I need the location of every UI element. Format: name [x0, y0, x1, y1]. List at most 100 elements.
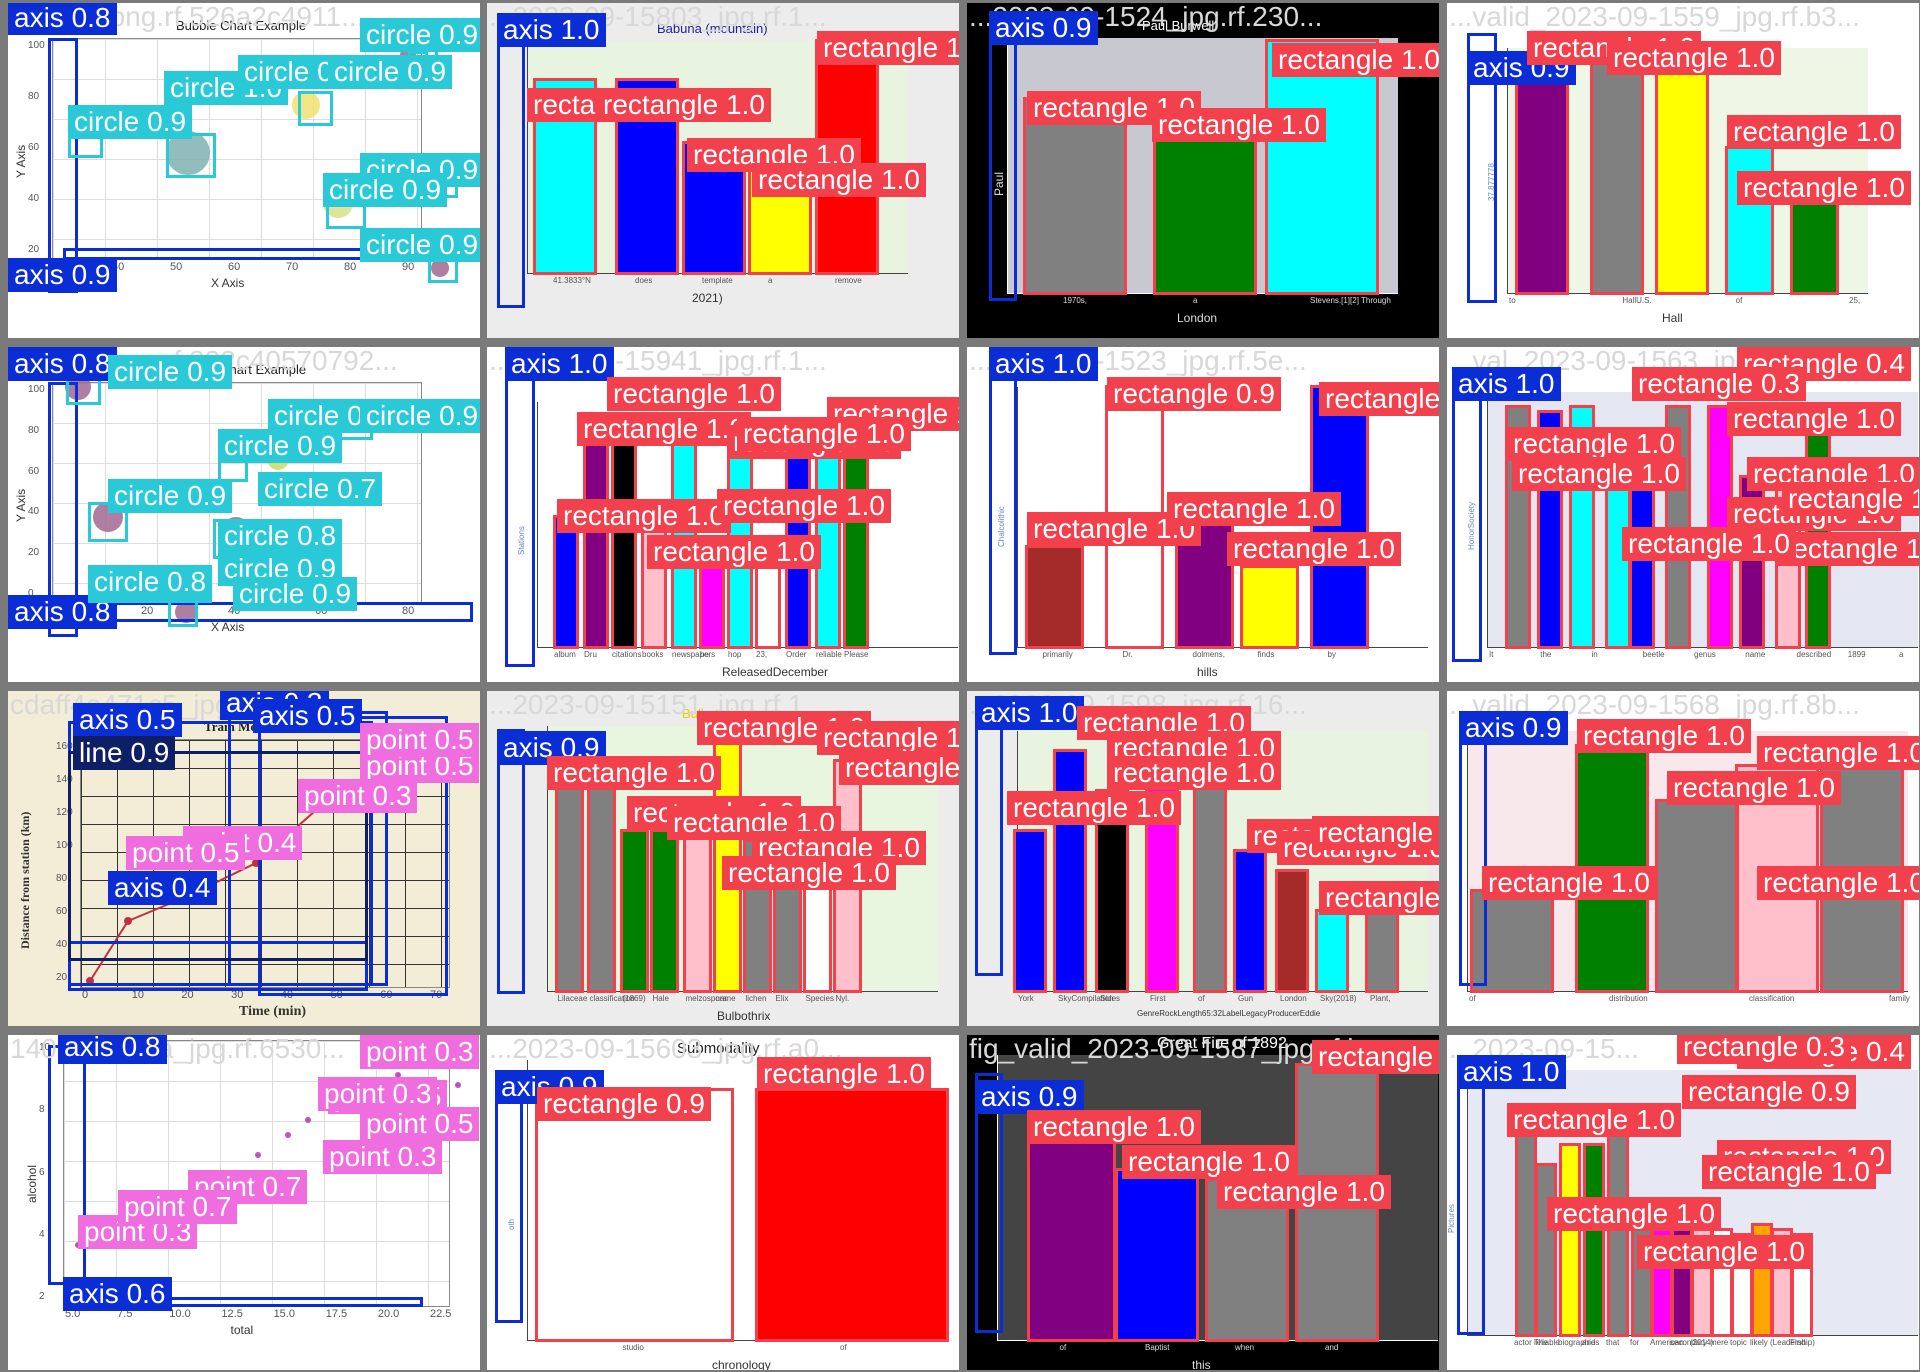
rectangle-detection-box — [650, 829, 679, 993]
detection-tile[interactable]: fig_valid_2023-09-1587_jpg.rf.b... Great … — [967, 1035, 1439, 1370]
detection-class: rectangle — [583, 413, 699, 444]
detection-tile[interactable]: bubble_png.rf.832c40570792...Bubble Char… — [8, 347, 480, 682]
detection-score: 0.4 — [257, 827, 297, 858]
circle-detection-box — [166, 133, 216, 178]
detection-score: 1.0 — [1905, 533, 1919, 564]
detection-class: circle — [224, 430, 290, 461]
detection-class: rectangle — [1583, 720, 1699, 751]
y-tick-label: 4 — [39, 1228, 45, 1240]
detection-score: 1.0 — [1910, 483, 1919, 514]
x-tick-label: 20.0 — [377, 1308, 400, 1320]
detection-class: circle — [74, 106, 140, 137]
detection-class: rectangle — [1683, 1035, 1799, 1062]
y-tick-label: 2 — [39, 1291, 45, 1302]
detection-tile[interactable]: ...2023-09-15... Pictures actor The reliabl… — [1447, 1035, 1919, 1370]
x-tick-label: and — [1582, 1338, 1596, 1347]
x-tick-label: books — [642, 650, 664, 659]
detection-class: axis — [981, 697, 1031, 728]
detection-score: 0.7 — [262, 1171, 302, 1202]
detection-score: 0.5 — [316, 700, 356, 731]
detection-score: 0.9 — [312, 578, 352, 609]
detection-tile[interactable]: ...2023-09-1598_jpg.rf.16......e SkyGenr… — [967, 691, 1439, 1026]
rectangle-detection-box — [1671, 1213, 1693, 1337]
detection-class: rectangle — [1233, 533, 1349, 564]
rectangle-detection-box — [1275, 869, 1309, 993]
detection-tile[interactable]: ...2023-09-15151_jpg.rf.1...BulbothrixBu… — [487, 691, 959, 1026]
rectangle-detection-label: rectangle 1.0 — [557, 499, 731, 533]
detection-class: axis — [79, 704, 129, 735]
x-axis-label: 2021) — [692, 291, 723, 305]
detection-class: rectangle — [728, 857, 844, 888]
x-tick-label: topic — [1730, 1338, 1747, 1347]
detection-tile[interactable]: ...valid_2023-09-1568_jpg.rf.8b... of dist… — [1447, 691, 1919, 1026]
detection-class: rectangle — [1325, 383, 1439, 414]
rectangle-detection-label: rectangle 1.0 — [1272, 43, 1439, 77]
rectangle-detection-box — [535, 1088, 734, 1342]
detection-class: axis — [1458, 368, 1508, 399]
detection-score: 0.9 — [665, 1088, 705, 1119]
x-tick-label: 50 — [170, 261, 183, 273]
x-tick-label: in — [1591, 650, 1598, 659]
detection-tile[interactable]: bubble_png.rf.526a2c4911... Bubble Chart … — [8, 3, 480, 338]
detection-tile[interactable]: ...2023-09-1524_jpg.rf.230... Paul Burwel… — [967, 3, 1439, 338]
axis-detection-box — [497, 23, 525, 308]
rectangle-detection-label: rectangle 1.0 — [1547, 1197, 1721, 1231]
x-tick-label: Gun — [1238, 994, 1254, 1003]
rectangle-detection-label: rectangle 1.0 — [1757, 866, 1919, 900]
rectangle-detection-box — [1315, 909, 1349, 993]
detection-score: 1.0 — [885, 1058, 925, 1089]
y-tick-label: 8 — [39, 1104, 45, 1116]
detection-score: 1.0 — [865, 418, 905, 449]
rectangle-detection-box — [1365, 909, 1399, 993]
rectangle-detection-box — [1265, 39, 1379, 295]
axis-detection-label: axis 1.0 — [1452, 367, 1561, 401]
detection-tile[interactable]: ...val_2023-09-1563_jpg.rf.20... HonorSoc… — [1447, 347, 1919, 682]
rectangle-detection-label: rectangle 1.0 — [597, 88, 771, 122]
x-tick-label: HallU.S. — [1622, 296, 1652, 305]
y-tick-label: 60 — [28, 465, 40, 477]
detection-class: rectangle — [823, 722, 939, 753]
detection-score: 1.0 — [675, 757, 715, 788]
axis-detection-label: axis 0.5 — [253, 699, 362, 733]
detection-tile[interactable]: 14016...3dda_jpg.rf.6530... total alcohol 5… — [8, 1035, 480, 1370]
detection-score: 0.3 — [392, 1078, 432, 1109]
detection-tile[interactable]: ...valid_2023-09-1559_jpg.rf.b3... Hall 37… — [1447, 3, 1919, 338]
x-tick-label: likely — [1750, 1338, 1768, 1347]
detection-class: rectangle — [603, 89, 719, 120]
rectangle-detection-label: rectangle 1.0 — [1777, 532, 1919, 566]
rectangle-detection-label: rectangle 1.0 — [1637, 1235, 1811, 1269]
detection-tile[interactable]: ...2023-09-15941_jpg.rf.1... ReleasedDece… — [487, 347, 959, 682]
axis-detection-label: axis 0.5 — [73, 703, 182, 737]
detection-tile[interactable]: ...2023-09-15803_jpg.rf.1... Babuna (moun… — [487, 3, 959, 338]
rectangle-detection-box — [1629, 475, 1655, 649]
x-tick-label: of — [840, 1343, 847, 1352]
detection-score: 1.0 — [1855, 403, 1895, 434]
x-tick-label: beetle — [1642, 650, 1665, 659]
rectangle-detection-box — [1651, 1213, 1673, 1337]
detection-tile[interactable]: ...2023-09-15603_jpg.rf.a0... Submodality… — [487, 1035, 959, 1370]
x-tick-label: (1869) — [622, 994, 646, 1003]
rectangle-detection-label: rectangle 1.0 — [817, 721, 959, 755]
circle-detection-label: circle 0.9 — [323, 173, 448, 207]
x-tick-label: 17.5 — [325, 1308, 348, 1320]
detection-class: rectangle — [1763, 737, 1879, 768]
rectangle-detection-label: rectangle 1.0 — [577, 412, 751, 446]
detection-score: 0.3 — [397, 1141, 437, 1172]
x-tick-label: 25, — [1849, 296, 1861, 305]
rectangle-detection-box — [1790, 196, 1839, 295]
x-tick-label: Stevens.[1][2] Through — [1310, 296, 1391, 305]
detection-score: 1.0 — [1052, 348, 1092, 379]
detection-class: rectangle — [1788, 483, 1904, 514]
x-tick-label: Sides — [1100, 994, 1121, 1003]
detection-class: point — [124, 1191, 185, 1222]
rectangle-detection-box — [1153, 131, 1257, 295]
detection-tile[interactable]: ...2023-09-1523_jpg.rf.5e... hills Chalcol… — [967, 347, 1439, 682]
circle-detection-label: circle 0.9 — [68, 105, 193, 139]
detection-tile[interactable]: cdaff4e471c5_jpg.rf.bf4d...Train MotionT… — [8, 691, 480, 1026]
detection-class: rectangle — [845, 752, 959, 783]
x-axis-label: ReleasedDecember — [722, 665, 829, 679]
axis-detection-label: axis 0.6 — [63, 1277, 172, 1311]
detection-score: 1.0 — [845, 490, 885, 521]
detection-score: 0.9 — [71, 259, 111, 290]
detection-score: 0.9 — [402, 174, 442, 205]
